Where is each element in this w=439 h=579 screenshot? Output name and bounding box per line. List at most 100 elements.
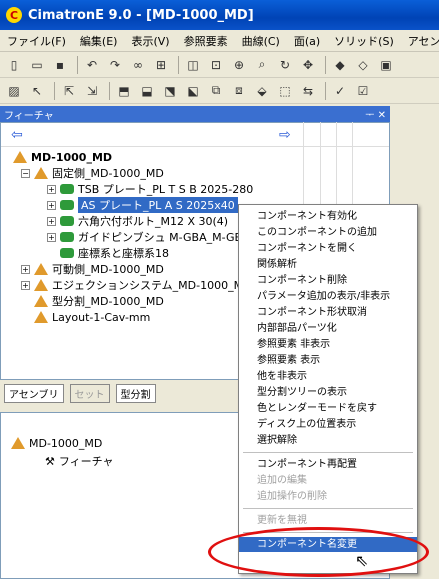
toolbar-divider bbox=[77, 55, 78, 74]
context-menu-item[interactable]: コンポーネント有効化 bbox=[239, 209, 417, 224]
tree-item[interactable]: Layout-1-Cav-mm bbox=[21, 309, 150, 325]
tree-item[interactable]: + 可動側_MD-1000_MD bbox=[21, 261, 164, 277]
component-copy-icon[interactable]: ⧉ bbox=[206, 81, 226, 101]
context-menu-item[interactable]: このコンポーネントの追加 bbox=[239, 225, 417, 240]
pick-dropdown-icon[interactable]: ⇲ bbox=[82, 81, 102, 101]
component-icon[interactable]: ⬒ bbox=[114, 81, 134, 101]
menu-view[interactable]: 表示(V) bbox=[124, 33, 176, 49]
context-menu-item[interactable]: 関係解析 bbox=[239, 257, 417, 272]
pan-icon[interactable]: ✥ bbox=[298, 55, 318, 75]
expand-icon[interactable]: + bbox=[21, 280, 30, 290]
tree-item-label: 六角穴付ボルト_M12 X 30(4) bbox=[78, 215, 229, 228]
tab-assembly[interactable]: アセンブリ bbox=[4, 383, 64, 403]
menu-assembly[interactable]: アセンブ bbox=[401, 33, 439, 49]
collapse-icon[interactable]: − bbox=[21, 168, 30, 178]
context-menu-item[interactable]: 参照要素 表示 bbox=[239, 353, 417, 368]
feature-panel-title: フィーチャ ᅮ ✕ bbox=[0, 106, 390, 122]
undo-icon[interactable]: ↶ bbox=[82, 55, 102, 75]
tree-root-label: MD-1000_MD bbox=[31, 150, 113, 164]
context-menu-item[interactable]: コンポーネントを開く bbox=[239, 241, 417, 256]
menu-solid[interactable]: ソリッド(S) bbox=[327, 33, 401, 49]
tree-item[interactable]: + 六角穴付ボルト_M12 X 30(4) bbox=[47, 213, 228, 229]
toolbar-divider bbox=[54, 81, 55, 100]
new-file-icon[interactable]: ▯ bbox=[4, 55, 24, 75]
menu-surface[interactable]: 面(a) bbox=[287, 33, 327, 49]
context-menu-item[interactable]: 追加操作の削除 bbox=[239, 489, 417, 504]
context-menu-item[interactable]: パラメータ追加の表示/非表示 bbox=[239, 289, 417, 304]
lower-root-label: MD-1000_MD bbox=[29, 436, 103, 450]
component-rotate-icon[interactable]: ⬕ bbox=[183, 81, 203, 101]
menu-reference[interactable]: 参照要素 bbox=[177, 33, 235, 49]
expand-icon[interactable]: + bbox=[47, 184, 56, 194]
open-folder-icon[interactable]: ▭ bbox=[27, 55, 47, 75]
component-add-icon[interactable]: ⬓ bbox=[137, 81, 157, 101]
tab-set[interactable]: セット bbox=[69, 383, 110, 403]
component-swap-icon[interactable]: ⇆ bbox=[298, 81, 318, 101]
highlight-annotation bbox=[208, 527, 429, 577]
zoom-icon[interactable]: ⊕ bbox=[229, 55, 249, 75]
expand-icon[interactable]: + bbox=[21, 264, 30, 274]
magnify-icon[interactable]: ⌕ bbox=[252, 55, 272, 75]
context-menu-item[interactable]: 参照要素 非表示 bbox=[239, 337, 417, 352]
panel-controls[interactable]: ᅮ ✕ bbox=[365, 106, 386, 121]
redo-icon[interactable]: ↷ bbox=[105, 55, 125, 75]
glasses-icon[interactable]: ∞ bbox=[128, 55, 148, 75]
tree-item[interactable]: 座標系と座標系18 bbox=[47, 245, 169, 261]
menu-file[interactable]: ファイル(F) bbox=[0, 33, 73, 49]
rotate-icon[interactable]: ↻ bbox=[275, 55, 295, 75]
tree-item-label: ガイドピンブシュ M-GBA_M-GBA bbox=[78, 231, 250, 244]
tree-icon[interactable]: ⊞ bbox=[151, 55, 171, 75]
context-menu-item[interactable]: ディスク上の位置表示 bbox=[239, 417, 417, 432]
arrow-left-icon[interactable]: ⇦ bbox=[11, 127, 23, 143]
tree-nav: ⇦ ⇨ bbox=[1, 123, 389, 147]
checklist-icon[interactable]: ☑ bbox=[353, 81, 373, 101]
assembly-icon bbox=[34, 311, 48, 323]
cube-shaded-icon[interactable]: ▣ bbox=[376, 55, 396, 75]
context-menu-item[interactable]: コンポーネント再配置 bbox=[239, 457, 417, 472]
tree-item[interactable]: + ガイドピンブシュ M-GBA_M-GBA bbox=[47, 229, 250, 245]
tree-item-label: AS プレート_PL A S 2025x40 bbox=[78, 197, 238, 213]
tree-item[interactable]: 型分割_MD-1000_MD bbox=[21, 293, 164, 309]
tree-item[interactable]: + TSB プレート_PL T S B 2025-280 bbox=[47, 181, 253, 197]
expand-icon[interactable]: + bbox=[47, 216, 56, 226]
tree-item[interactable]: + AS プレート_PL A S 2025x40 bbox=[47, 197, 238, 213]
part-icon bbox=[60, 232, 74, 242]
panel-title-text: フィーチャ bbox=[4, 110, 54, 122]
cube-icon[interactable]: ◆ bbox=[330, 55, 350, 75]
context-menu-item[interactable]: 更新を無視 bbox=[239, 513, 417, 528]
select-filter-icon[interactable]: ▨ bbox=[4, 81, 24, 101]
pick-icon[interactable]: ⇱ bbox=[59, 81, 79, 101]
context-menu-item[interactable]: 選択解除 bbox=[239, 433, 417, 448]
tab-parting[interactable]: 型分割 bbox=[115, 383, 156, 403]
pointer-icon[interactable]: ↖ bbox=[27, 81, 47, 101]
expand-icon[interactable]: + bbox=[47, 232, 56, 242]
context-menu-item[interactable]: 他を非表示 bbox=[239, 369, 417, 384]
menu-edit[interactable]: 編集(E) bbox=[73, 33, 125, 49]
context-menu-item[interactable]: 色とレンダーモードを戻す bbox=[239, 401, 417, 416]
window-title: CimatronE 9.0 - [MD-1000_MD] bbox=[28, 7, 254, 23]
menu-curve[interactable]: 曲線(C) bbox=[235, 33, 287, 49]
tree-root[interactable]: MD-1000_MD bbox=[13, 149, 112, 165]
save-icon[interactable]: ▪ bbox=[50, 55, 70, 75]
cube-wire-icon[interactable]: ◇ bbox=[353, 55, 373, 75]
zoom-window-icon[interactable]: ◫ bbox=[183, 55, 203, 75]
context-menu-item[interactable]: コンポーネント形状取消 bbox=[239, 305, 417, 320]
context-menu-item[interactable]: 内部部品パーツ化 bbox=[239, 321, 417, 336]
arrow-right-icon[interactable]: ⇨ bbox=[279, 127, 291, 143]
component-paint-icon[interactable]: ⬙ bbox=[252, 81, 272, 101]
context-menu-item[interactable]: 追加の編集 bbox=[239, 473, 417, 488]
tree-item[interactable]: − 固定側_MD-1000_MD bbox=[21, 165, 164, 181]
check-icon[interactable]: ✓ bbox=[330, 81, 350, 101]
part-icon bbox=[60, 248, 74, 258]
title-bar: C CimatronE 9.0 - [MD-1000_MD] bbox=[0, 0, 439, 30]
expand-icon[interactable]: + bbox=[47, 200, 56, 210]
context-menu-item[interactable]: コンポーネント削除 bbox=[239, 273, 417, 288]
component-rename-icon[interactable]: ⬚ bbox=[275, 81, 295, 101]
lower-tree-root[interactable]: MD-1000_MD bbox=[11, 435, 102, 451]
context-menu-item[interactable]: 型分割ツリーの表示 bbox=[239, 385, 417, 400]
component-move-icon[interactable]: ⬔ bbox=[160, 81, 180, 101]
zoom-fit-icon[interactable]: ⊡ bbox=[206, 55, 226, 75]
component-mirror-icon[interactable]: ⧈ bbox=[229, 81, 249, 101]
lower-tree-child[interactable]: ⚒ フィーチャ bbox=[45, 453, 114, 469]
tree-item[interactable]: + エジェクションシステム_MD-1000_MD bbox=[21, 277, 252, 293]
